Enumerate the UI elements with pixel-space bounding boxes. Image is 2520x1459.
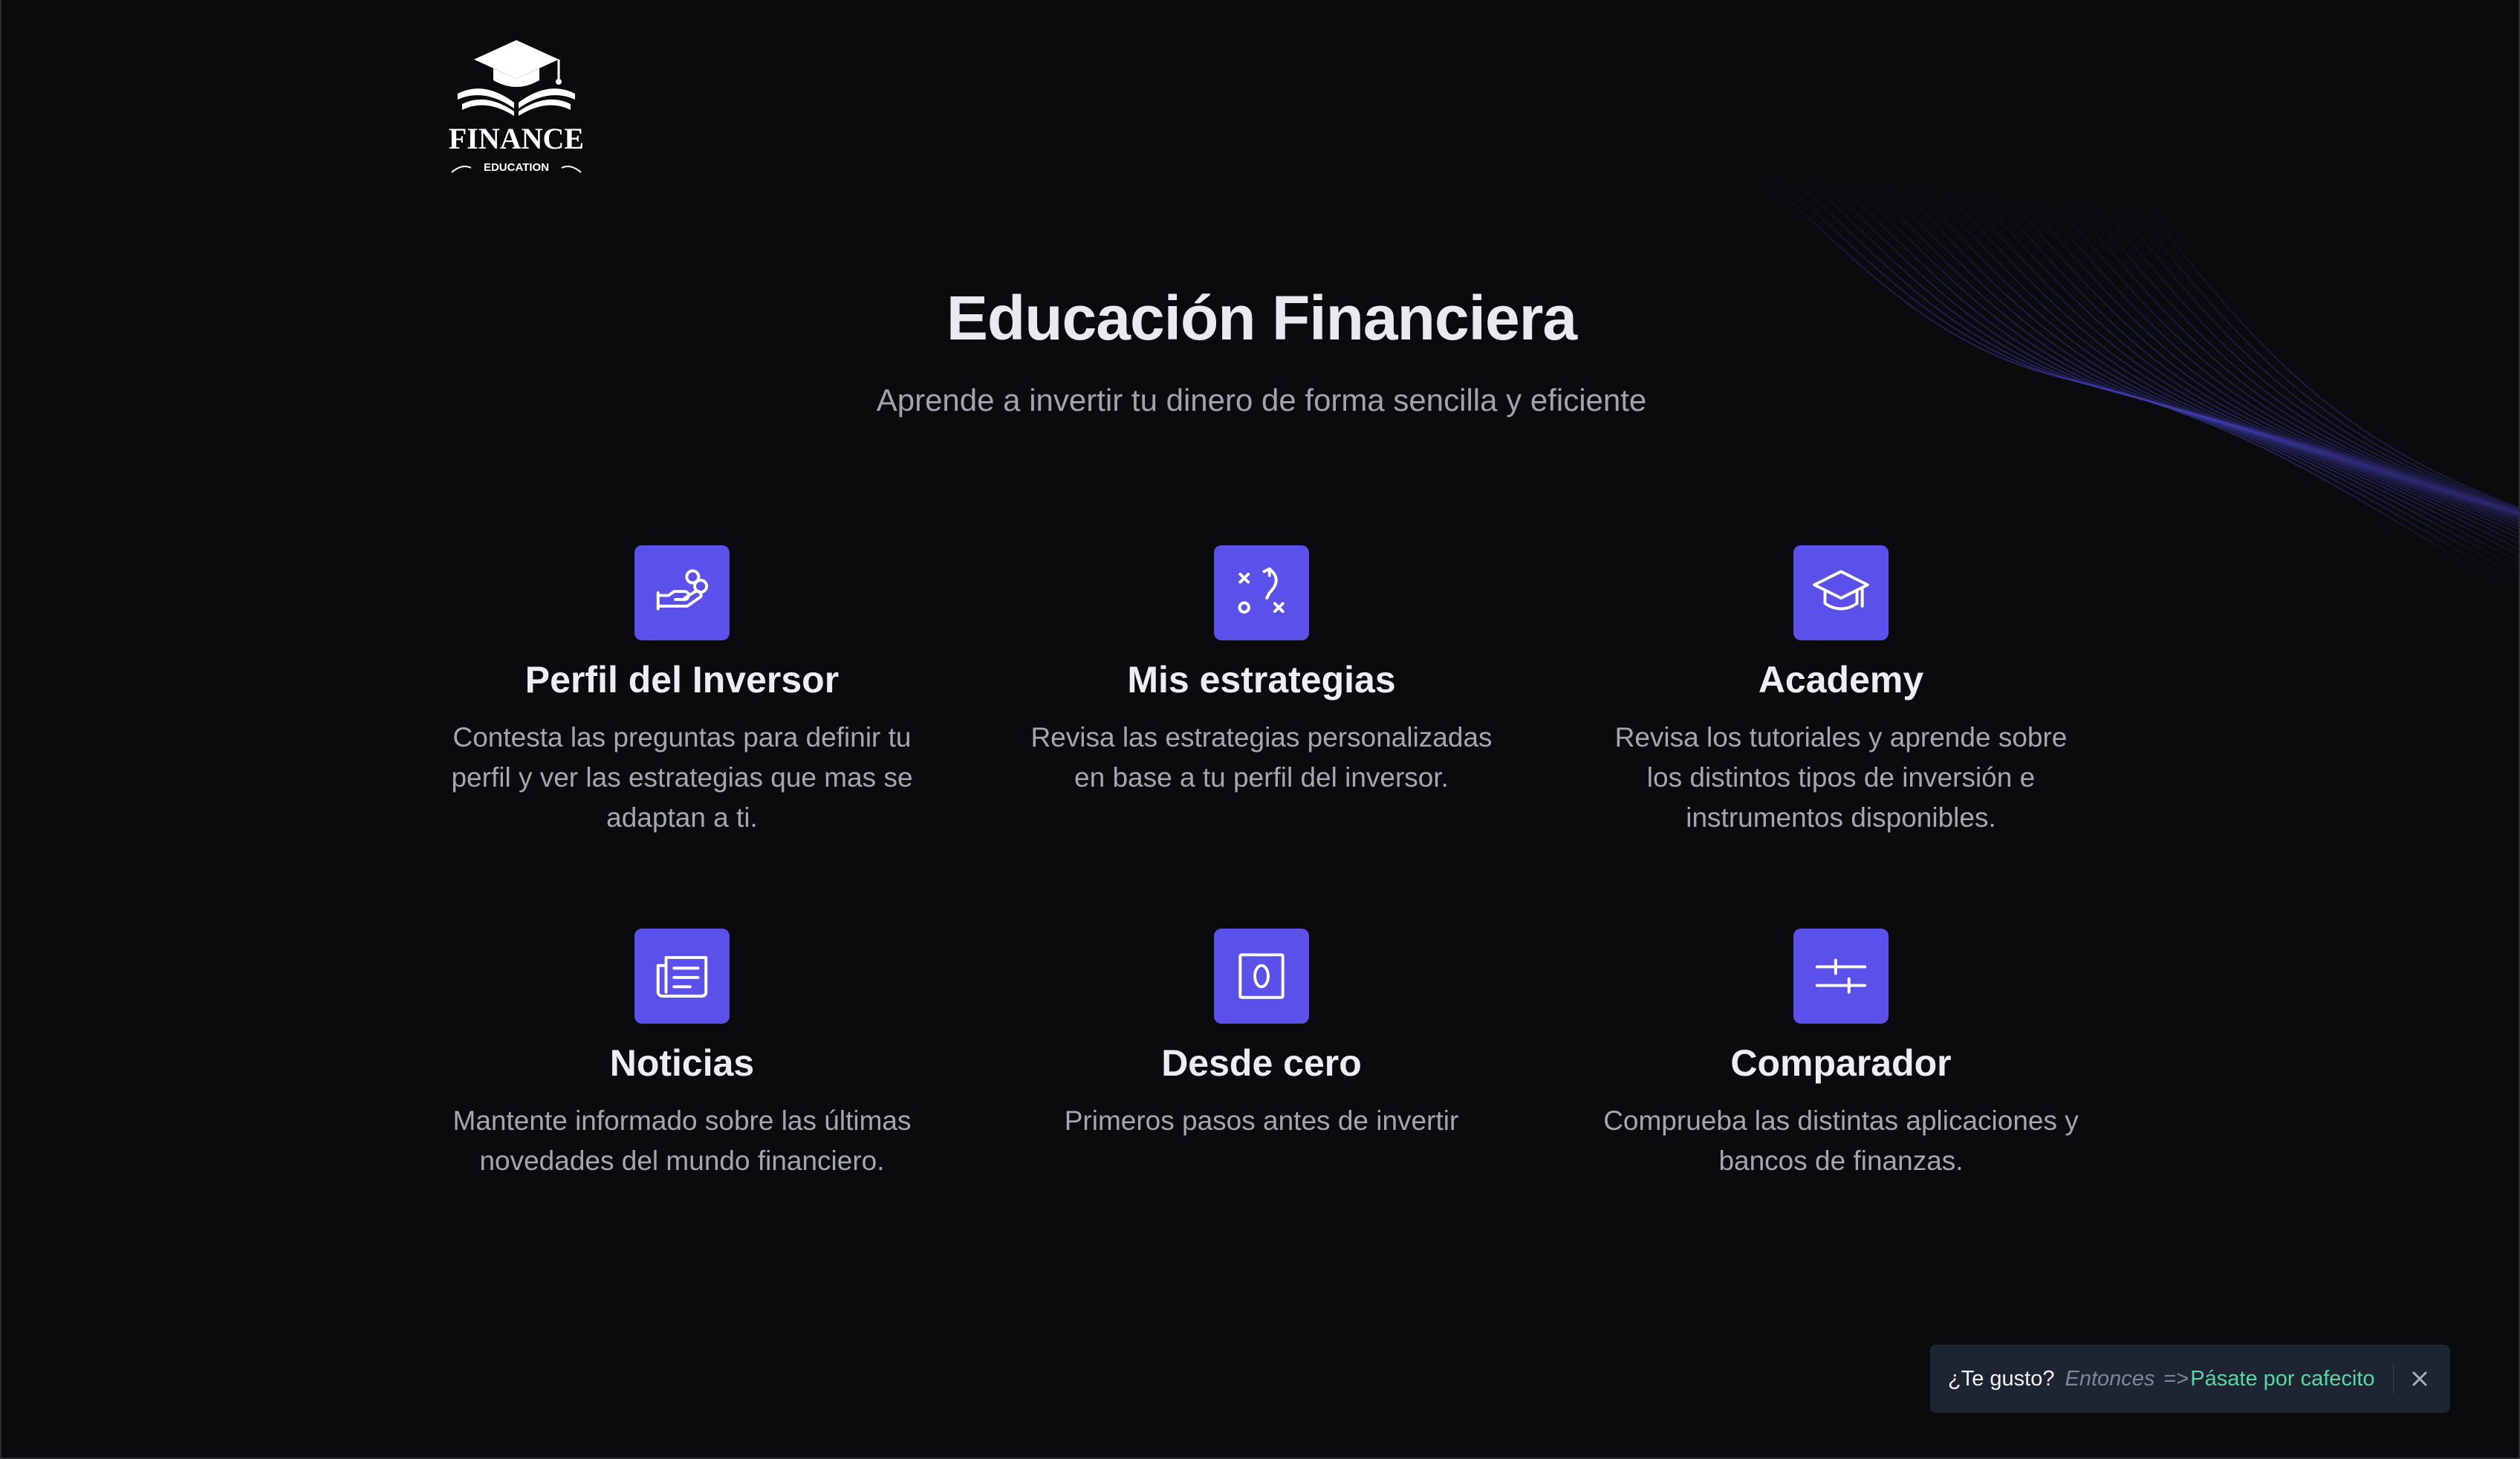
sliders-icon	[1815, 958, 1867, 994]
cafecito-toast: ¿Te gusto? Entonces => Pásate por cafeci…	[1930, 1345, 2450, 1413]
hand-coins-icon	[656, 569, 709, 611]
feature-card-comparador[interactable]: Comparador Comprueba las distintas aplic…	[1581, 929, 2101, 1181]
zero-box-icon	[1238, 953, 1285, 999]
graduation-book-logo-icon: FINANCE EDUCATION	[449, 40, 584, 174]
close-icon	[2412, 1371, 2427, 1386]
feature-card-desde-cero[interactable]: Desde cero Primeros pasos antes de inver…	[1001, 929, 1522, 1141]
feature-title: Perfil del Inversor	[525, 659, 840, 701]
feature-icon-box	[634, 929, 730, 1024]
toast-divider	[2392, 1364, 2394, 1394]
feature-description: Mantente informado sobre las últimas nov…	[452, 1105, 912, 1176]
feature-title: Desde cero	[1161, 1042, 1362, 1084]
svg-text:EDUCATION: EDUCATION	[484, 161, 549, 174]
toast-then: Entonces	[2065, 1366, 2155, 1391]
svg-text:FINANCE: FINANCE	[449, 122, 584, 155]
feature-description: Revisa los tutoriales y aprende sobre lo…	[1614, 722, 2068, 833]
feature-card-noticias[interactable]: Noticias Mantente informado sobre las úl…	[422, 929, 942, 1181]
feature-icon-box	[1214, 545, 1309, 640]
cafecito-link[interactable]: Pásate por cafecito	[2190, 1367, 2374, 1391]
feature-description: Contesta las preguntas para definir tu p…	[451, 722, 913, 833]
feature-card-academy[interactable]: Academy Revisa los tutoriales y aprende …	[1581, 545, 2101, 838]
toast-close-button[interactable]	[2407, 1364, 2432, 1394]
page-title: Educación Financiera	[946, 283, 1577, 353]
feature-title: Comparador	[1730, 1042, 1952, 1084]
feature-icon-box	[1214, 929, 1309, 1024]
strategy-icon	[1238, 567, 1285, 614]
feature-card-perfil-inversor[interactable]: Perfil del Inversor Contesta las pregunt…	[422, 545, 942, 838]
feature-description: Revisa las estrategias personalizadas en…	[1030, 722, 1493, 793]
graduation-cap-icon	[1813, 570, 1869, 611]
toast-question: ¿Te gusto?	[1948, 1366, 2055, 1391]
page: FINANCE EDUCATION Educación Financiera A…	[0, 0, 2520, 1459]
feature-description: Primeros pasos antes de invertir	[1064, 1105, 1459, 1136]
feature-icon-box	[634, 545, 730, 640]
feature-title: Academy	[1758, 659, 1924, 701]
feature-icon-box	[1793, 929, 1889, 1024]
feature-description: Comprueba las distintas aplicaciones y b…	[1603, 1105, 2079, 1176]
feature-title: Mis estrategias	[1127, 659, 1396, 701]
page-subtitle: Aprende a invertir tu dinero de forma se…	[876, 383, 1647, 417]
feature-card-mis-estrategias[interactable]: Mis estrategias Revisa las estrategias p…	[1001, 545, 1522, 798]
feature-icon-box	[1793, 545, 1889, 640]
toast-arrow: =>	[2163, 1366, 2189, 1391]
feature-title: Noticias	[609, 1042, 755, 1084]
newspaper-icon	[656, 955, 708, 998]
brand-logo[interactable]: FINANCE EDUCATION	[447, 36, 585, 177]
